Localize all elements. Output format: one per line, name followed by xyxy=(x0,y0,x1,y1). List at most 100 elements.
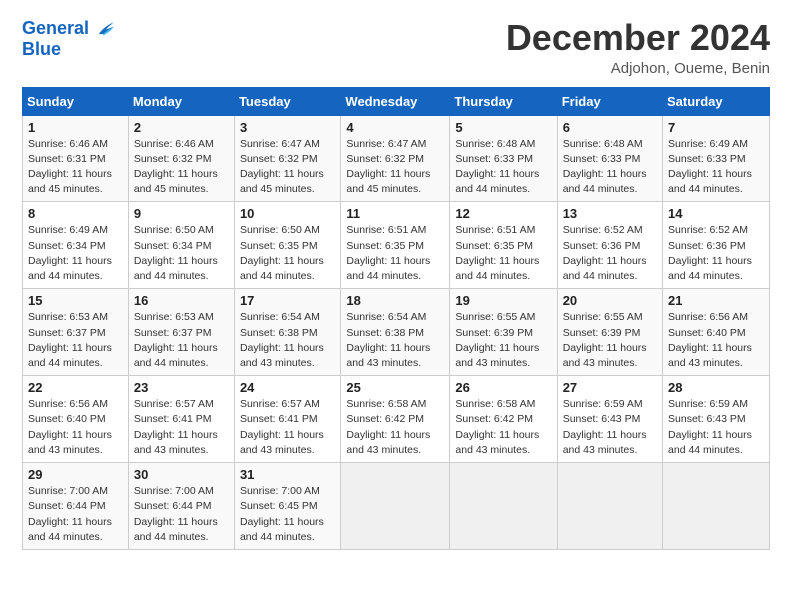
day-info: Sunrise: 6:53 AM Sunset: 6:37 PM Dayligh… xyxy=(28,310,123,371)
day-cell xyxy=(450,463,557,550)
day-cell: 11 Sunrise: 6:51 AM Sunset: 6:35 PM Dayli… xyxy=(341,202,450,289)
day-info: Sunrise: 6:57 AM Sunset: 6:41 PM Dayligh… xyxy=(134,397,229,458)
day-info: Sunrise: 6:46 AM Sunset: 6:31 PM Dayligh… xyxy=(28,137,123,198)
day-cell: 18Sunrise: 6:54 AM Sunset: 6:38 PM Dayli… xyxy=(341,289,450,376)
day-cell: 22 Sunrise: 6:56 AM Sunset: 6:40 PM Dayli… xyxy=(23,376,129,463)
day-number: 17 xyxy=(240,293,335,308)
col-header-monday: Monday xyxy=(128,87,234,115)
day-number: 15 xyxy=(28,293,123,308)
day-number: 12 xyxy=(455,206,551,221)
day-cell: 4 Sunrise: 6:47 AM Sunset: 6:32 PM Daylig… xyxy=(341,115,450,202)
day-cell: 3 Sunrise: 6:47 AM Sunset: 6:32 PM Daylig… xyxy=(234,115,340,202)
day-number: 4 xyxy=(346,120,444,135)
day-number: 10 xyxy=(240,206,335,221)
day-info: Sunrise: 7:00 AM Sunset: 6:44 PM Dayligh… xyxy=(134,484,229,545)
day-number: 30 xyxy=(134,467,229,482)
day-number: 13 xyxy=(563,206,657,221)
day-cell: 1 Sunrise: 6:46 AM Sunset: 6:31 PM Daylig… xyxy=(23,115,129,202)
header-row-days: SundayMondayTuesdayWednesdayThursdayFrid… xyxy=(23,87,770,115)
day-cell: 14Sunrise: 6:52 AM Sunset: 6:36 PM Dayli… xyxy=(663,202,770,289)
day-cell: 30 Sunrise: 7:00 AM Sunset: 6:44 PM Dayli… xyxy=(128,463,234,550)
day-cell: 23 Sunrise: 6:57 AM Sunset: 6:41 PM Dayli… xyxy=(128,376,234,463)
day-cell xyxy=(557,463,662,550)
page: General Blue December 2024 Adjohon, Ouem… xyxy=(0,0,792,612)
day-number: 3 xyxy=(240,120,335,135)
day-cell: 27 Sunrise: 6:59 AM Sunset: 6:43 PM Dayli… xyxy=(557,376,662,463)
calendar-subtitle: Adjohon, Oueme, Benin xyxy=(506,60,770,77)
day-info: Sunrise: 6:55 AM Sunset: 6:39 PM Dayligh… xyxy=(455,310,551,371)
logo-bird-icon xyxy=(93,18,115,40)
day-number: 31 xyxy=(240,467,335,482)
week-row-3: 15 Sunrise: 6:53 AM Sunset: 6:37 PM Dayli… xyxy=(23,289,770,376)
day-info: Sunrise: 6:59 AM Sunset: 6:43 PM Dayligh… xyxy=(668,397,764,458)
day-number: 11 xyxy=(346,206,444,221)
day-cell: 21Sunrise: 6:56 AM Sunset: 6:40 PM Dayli… xyxy=(663,289,770,376)
day-cell: 10 Sunrise: 6:50 AM Sunset: 6:35 PM Dayli… xyxy=(234,202,340,289)
day-cell: 13 Sunrise: 6:52 AM Sunset: 6:36 PM Dayli… xyxy=(557,202,662,289)
day-number: 26 xyxy=(455,380,551,395)
day-number: 6 xyxy=(563,120,657,135)
day-info: Sunrise: 6:52 AM Sunset: 6:36 PM Dayligh… xyxy=(668,223,764,284)
col-header-friday: Friday xyxy=(557,87,662,115)
day-info: Sunrise: 6:51 AM Sunset: 6:35 PM Dayligh… xyxy=(346,223,444,284)
logo-text-line1: General xyxy=(22,19,89,39)
day-info: Sunrise: 6:49 AM Sunset: 6:33 PM Dayligh… xyxy=(668,137,764,198)
week-row-2: 8Sunrise: 6:49 AM Sunset: 6:34 PM Daylig… xyxy=(23,202,770,289)
day-info: Sunrise: 6:51 AM Sunset: 6:35 PM Dayligh… xyxy=(455,223,551,284)
day-number: 25 xyxy=(346,380,444,395)
day-info: Sunrise: 6:57 AM Sunset: 6:41 PM Dayligh… xyxy=(240,397,335,458)
header-row: General Blue December 2024 Adjohon, Ouem… xyxy=(22,18,770,77)
day-info: Sunrise: 6:56 AM Sunset: 6:40 PM Dayligh… xyxy=(668,310,764,371)
day-info: Sunrise: 6:54 AM Sunset: 6:38 PM Dayligh… xyxy=(240,310,335,371)
week-row-4: 22 Sunrise: 6:56 AM Sunset: 6:40 PM Dayli… xyxy=(23,376,770,463)
col-header-wednesday: Wednesday xyxy=(341,87,450,115)
day-number: 24 xyxy=(240,380,335,395)
day-number: 22 xyxy=(28,380,123,395)
day-cell: 31 Sunrise: 7:00 AM Sunset: 6:45 PM Dayli… xyxy=(234,463,340,550)
day-info: Sunrise: 6:56 AM Sunset: 6:40 PM Dayligh… xyxy=(28,397,123,458)
col-header-saturday: Saturday xyxy=(663,87,770,115)
day-number: 7 xyxy=(668,120,764,135)
day-cell: 20 Sunrise: 6:55 AM Sunset: 6:39 PM Dayli… xyxy=(557,289,662,376)
col-header-thursday: Thursday xyxy=(450,87,557,115)
day-number: 16 xyxy=(134,293,229,308)
calendar-table: SundayMondayTuesdayWednesdayThursdayFrid… xyxy=(22,87,770,550)
day-cell: 26 Sunrise: 6:58 AM Sunset: 6:42 PM Dayli… xyxy=(450,376,557,463)
day-number: 1 xyxy=(28,120,123,135)
col-header-tuesday: Tuesday xyxy=(234,87,340,115)
day-number: 5 xyxy=(455,120,551,135)
day-cell: 6Sunrise: 6:48 AM Sunset: 6:33 PM Daylig… xyxy=(557,115,662,202)
day-info: Sunrise: 6:50 AM Sunset: 6:35 PM Dayligh… xyxy=(240,223,335,284)
logo-text-line2: Blue xyxy=(22,40,115,60)
day-cell: 17 Sunrise: 6:54 AM Sunset: 6:38 PM Dayli… xyxy=(234,289,340,376)
day-info: Sunrise: 6:46 AM Sunset: 6:32 PM Dayligh… xyxy=(134,137,229,198)
day-number: 20 xyxy=(563,293,657,308)
day-cell: 2Sunrise: 6:46 AM Sunset: 6:32 PM Daylig… xyxy=(128,115,234,202)
day-number: 23 xyxy=(134,380,229,395)
day-info: Sunrise: 6:53 AM Sunset: 6:37 PM Dayligh… xyxy=(134,310,229,371)
day-cell xyxy=(341,463,450,550)
day-info: Sunrise: 6:49 AM Sunset: 6:34 PM Dayligh… xyxy=(28,223,123,284)
day-cell xyxy=(663,463,770,550)
day-info: Sunrise: 6:55 AM Sunset: 6:39 PM Dayligh… xyxy=(563,310,657,371)
day-number: 27 xyxy=(563,380,657,395)
day-number: 9 xyxy=(134,206,229,221)
day-cell: 25 Sunrise: 6:58 AM Sunset: 6:42 PM Dayli… xyxy=(341,376,450,463)
day-info: Sunrise: 6:59 AM Sunset: 6:43 PM Dayligh… xyxy=(563,397,657,458)
day-cell: 24 Sunrise: 6:57 AM Sunset: 6:41 PM Dayli… xyxy=(234,376,340,463)
day-info: Sunrise: 6:52 AM Sunset: 6:36 PM Dayligh… xyxy=(563,223,657,284)
week-row-5: 29 Sunrise: 7:00 AM Sunset: 6:44 PM Dayli… xyxy=(23,463,770,550)
day-number: 28 xyxy=(668,380,764,395)
day-cell: 16 Sunrise: 6:53 AM Sunset: 6:37 PM Dayli… xyxy=(128,289,234,376)
day-info: Sunrise: 6:58 AM Sunset: 6:42 PM Dayligh… xyxy=(346,397,444,458)
day-cell: 7 Sunrise: 6:49 AM Sunset: 6:33 PM Daylig… xyxy=(663,115,770,202)
title-block: December 2024 Adjohon, Oueme, Benin xyxy=(506,18,770,77)
day-info: Sunrise: 6:47 AM Sunset: 6:32 PM Dayligh… xyxy=(346,137,444,198)
day-info: Sunrise: 7:00 AM Sunset: 6:44 PM Dayligh… xyxy=(28,484,123,545)
day-info: Sunrise: 6:58 AM Sunset: 6:42 PM Dayligh… xyxy=(455,397,551,458)
day-info: Sunrise: 7:00 AM Sunset: 6:45 PM Dayligh… xyxy=(240,484,335,545)
day-number: 18 xyxy=(346,293,444,308)
day-number: 29 xyxy=(28,467,123,482)
day-cell: 12 Sunrise: 6:51 AM Sunset: 6:35 PM Dayli… xyxy=(450,202,557,289)
day-info: Sunrise: 6:47 AM Sunset: 6:32 PM Dayligh… xyxy=(240,137,335,198)
